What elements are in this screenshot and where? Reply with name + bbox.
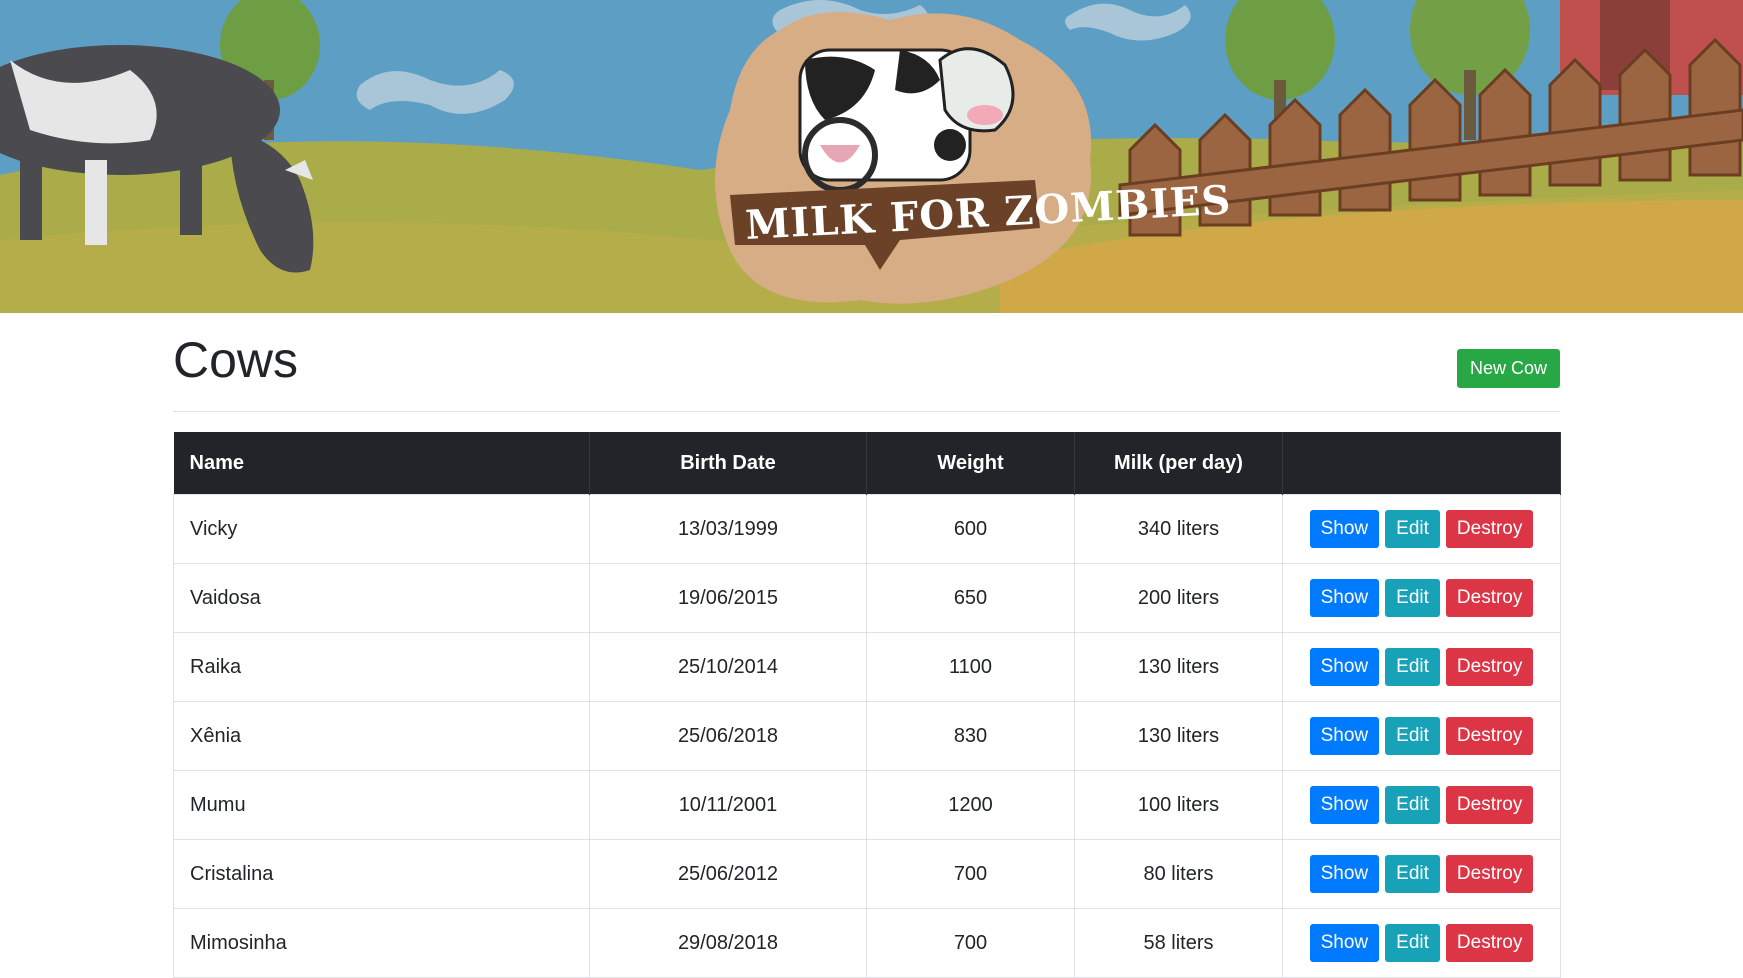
cow-name: Mimosinha: [173, 908, 590, 978]
cow-name: Vicky: [173, 494, 590, 564]
table-row: Vicky 13/03/1999 600 340 liters Show Edi…: [173, 494, 1561, 564]
table-header-row: Name Birth Date Weight Milk (per day): [173, 432, 1561, 495]
show-button[interactable]: Show: [1309, 924, 1380, 962]
column-header-milk: Milk (per day): [1074, 432, 1283, 495]
new-cow-button[interactable]: New Cow: [1456, 349, 1560, 388]
cow-birth-date: 25/06/2018: [589, 701, 867, 771]
cow-weight: 1200: [866, 770, 1075, 840]
cow-name: Cristalina: [173, 839, 590, 909]
cow-birth-date: 13/03/1999: [589, 494, 867, 564]
farm-illustration: MILK FOR ZOMBIES: [0, 0, 1743, 313]
main-content: Cows New Cow Name Birth Date Weight Milk…: [173, 313, 1561, 978]
cow-birth-date: 10/11/2001: [589, 770, 867, 840]
table-row: Vaidosa 19/06/2015 650 200 liters Show E…: [173, 563, 1561, 633]
page-header: Cows New Cow: [173, 313, 1560, 412]
row-actions: Show Edit Destroy: [1282, 632, 1561, 702]
cow-milk: 340 liters: [1074, 494, 1283, 564]
cow-weight: 650: [866, 563, 1075, 633]
cows-table: Name Birth Date Weight Milk (per day) Vi…: [173, 432, 1561, 978]
edit-button[interactable]: Edit: [1385, 717, 1440, 755]
show-button[interactable]: Show: [1309, 648, 1380, 686]
destroy-button[interactable]: Destroy: [1445, 786, 1534, 824]
cow-name: Mumu: [173, 770, 590, 840]
edit-button[interactable]: Edit: [1385, 924, 1440, 962]
cow-weight: 700: [866, 839, 1075, 909]
cow-milk: 200 liters: [1074, 563, 1283, 633]
destroy-button[interactable]: Destroy: [1445, 510, 1534, 548]
destroy-button[interactable]: Destroy: [1445, 855, 1534, 893]
cow-milk: 58 liters: [1074, 908, 1283, 978]
column-header-weight: Weight: [866, 432, 1075, 495]
edit-button[interactable]: Edit: [1385, 648, 1440, 686]
cow-name: Raika: [173, 632, 590, 702]
cow-weight: 830: [866, 701, 1075, 771]
cow-milk: 100 liters: [1074, 770, 1283, 840]
cow-birth-date: 19/06/2015: [589, 563, 867, 633]
page-title: Cows: [173, 332, 299, 388]
show-button[interactable]: Show: [1309, 786, 1380, 824]
table-row: Raika 25/10/2014 1100 130 liters Show Ed…: [173, 632, 1561, 702]
edit-button[interactable]: Edit: [1385, 786, 1440, 824]
column-header-actions: [1282, 432, 1561, 495]
cow-milk: 80 liters: [1074, 839, 1283, 909]
column-header-name: Name: [173, 432, 590, 495]
row-actions: Show Edit Destroy: [1282, 563, 1561, 633]
cow-name: Xênia: [173, 701, 590, 771]
cow-milk: 130 liters: [1074, 701, 1283, 771]
destroy-button[interactable]: Destroy: [1445, 579, 1534, 617]
destroy-button[interactable]: Destroy: [1445, 648, 1534, 686]
table-row: Cristalina 25/06/2012 700 80 liters Show…: [173, 839, 1561, 909]
cow-birth-date: 25/10/2014: [589, 632, 867, 702]
edit-button[interactable]: Edit: [1385, 579, 1440, 617]
show-button[interactable]: Show: [1309, 855, 1380, 893]
header-banner: MILK FOR ZOMBIES: [0, 0, 1743, 313]
row-actions: Show Edit Destroy: [1282, 908, 1561, 978]
show-button[interactable]: Show: [1309, 579, 1380, 617]
cow-name: Vaidosa: [173, 563, 590, 633]
cow-weight: 1100: [866, 632, 1075, 702]
column-header-birth-date: Birth Date: [589, 432, 867, 495]
table-row: Mimosinha 29/08/2018 700 58 liters Show …: [173, 908, 1561, 978]
destroy-button[interactable]: Destroy: [1445, 717, 1534, 755]
row-actions: Show Edit Destroy: [1282, 494, 1561, 564]
row-actions: Show Edit Destroy: [1282, 770, 1561, 840]
show-button[interactable]: Show: [1309, 717, 1380, 755]
destroy-button[interactable]: Destroy: [1445, 924, 1534, 962]
show-button[interactable]: Show: [1309, 510, 1380, 548]
cow-weight: 600: [866, 494, 1075, 564]
cow-milk: 130 liters: [1074, 632, 1283, 702]
cow-birth-date: 25/06/2012: [589, 839, 867, 909]
table-row: Mumu 10/11/2001 1200 100 liters Show Edi…: [173, 770, 1561, 840]
edit-button[interactable]: Edit: [1385, 855, 1440, 893]
cow-weight: 700: [866, 908, 1075, 978]
cow-birth-date: 29/08/2018: [589, 908, 867, 978]
edit-button[interactable]: Edit: [1385, 510, 1440, 548]
row-actions: Show Edit Destroy: [1282, 701, 1561, 771]
row-actions: Show Edit Destroy: [1282, 839, 1561, 909]
table-row: Xênia 25/06/2018 830 130 liters Show Edi…: [173, 701, 1561, 771]
